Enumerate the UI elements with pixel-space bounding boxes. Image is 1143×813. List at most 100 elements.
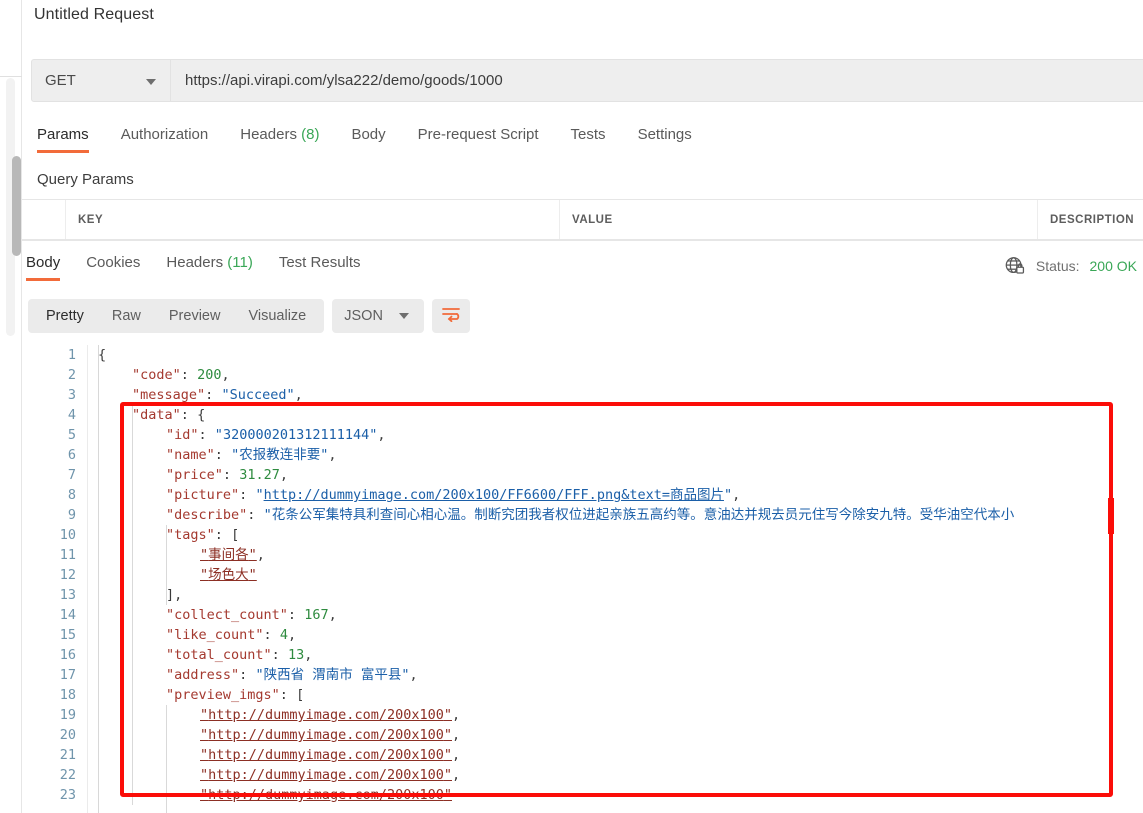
wrap-lines-button[interactable] [432, 299, 471, 333]
token-bracket: [ [231, 527, 240, 543]
code-line: "picture": "http://dummyimage.com/200x10… [98, 485, 1143, 505]
response-tab-headers[interactable]: Headers (11) [166, 250, 252, 281]
json-value-number: 167 [304, 607, 329, 623]
request-tab-headers[interactable]: Headers (8) [240, 122, 319, 153]
json-array-url[interactable]: "http://dummyimage.com/200x100" [200, 747, 452, 763]
line-number: 16 [59, 647, 76, 663]
request-tab-params[interactable]: Params [37, 122, 89, 153]
request-tab-tests[interactable]: Tests [571, 122, 606, 153]
sidebar-scrollbar-track[interactable] [6, 78, 21, 336]
tab-label: Pre-request Script [417, 126, 539, 143]
token-comma: , [294, 387, 303, 403]
response-tab-body[interactable]: Body [26, 250, 61, 281]
red-edge-marker [1108, 498, 1114, 534]
token-comma: , [279, 467, 288, 483]
response-tab-test-results[interactable]: Test Results [279, 250, 361, 281]
format-tab-preview[interactable]: Preview [155, 299, 235, 333]
chevron-down-icon [398, 313, 409, 319]
tab-label: Headers [240, 126, 297, 143]
tab-label: Body [26, 254, 61, 271]
tab-label: Params [37, 126, 89, 143]
line-number: 17 [59, 667, 76, 683]
tab-count-badge: (8) [296, 126, 320, 143]
json-value-url[interactable]: http://dummyimage.com/200x100/FF6600/FFF… [264, 487, 724, 503]
left-rail [0, 0, 22, 813]
json-array-string: "场色大" [200, 567, 257, 583]
request-tab-settings[interactable]: Settings [638, 122, 692, 153]
response-tab-cookies[interactable]: Cookies [86, 250, 140, 281]
request-tab-body[interactable]: Body [351, 122, 385, 153]
token-bracket: [ [296, 687, 305, 703]
json-key: "describe" [166, 507, 248, 523]
json-key: "address" [166, 667, 240, 683]
code-line: "message": "Succeed", [98, 385, 1143, 405]
tab-label: Cookies [86, 254, 141, 271]
token-comma: , [328, 607, 337, 623]
token-comma: , [451, 727, 461, 743]
response-body-viewer[interactable]: 1 2 3 4 5 6 7 8 9 10 11 12 13 14 15 16 17 18 19 20 21 22 23 { … [22, 345, 1143, 813]
code-line: "http://dummyimage.com/200x100", [98, 765, 1143, 785]
token-comma: , [174, 587, 183, 603]
json-key: "picture" [166, 487, 240, 503]
token-colon: : [287, 607, 297, 623]
json-value-string: "农报教连非要" [231, 447, 329, 463]
request-tabs: Params Authorization Headers (8) Body Pre-re… [22, 122, 1143, 158]
content-type-select[interactable]: JSON [332, 299, 425, 333]
token-comma: , [377, 427, 386, 443]
token-colon: : [271, 647, 280, 663]
globe-lock-icon [1004, 255, 1026, 277]
json-array-url[interactable]: "http://dummyimage.com/200x100" [200, 727, 452, 743]
format-tab-visualize[interactable]: Visualize [234, 299, 320, 333]
line-number: 12 [59, 567, 76, 583]
code-line: ], [98, 585, 1143, 605]
line-number: 13 [59, 587, 76, 603]
code-line: "name": "农报教连非要", [98, 445, 1143, 465]
column-header-description: DESCRIPTION [1050, 213, 1135, 226]
chevron-down-icon [146, 78, 156, 85]
line-number: 5 [67, 427, 76, 443]
select-all-column[interactable] [22, 200, 66, 239]
code-line: "collect_count": 167, [98, 605, 1143, 625]
query-params-table-header: KEY VALUE DESCRIPTION [22, 199, 1143, 240]
json-value-string: "320000201312111144" [214, 427, 378, 443]
url-value: https://api.virapi.com/ylsa222/demo/good… [185, 72, 503, 89]
token-colon: : [180, 407, 189, 423]
url-input[interactable]: https://api.virapi.com/ylsa222/demo/good… [171, 59, 1143, 102]
code-line: "price": 31.27, [98, 465, 1143, 485]
fold-guide [166, 705, 167, 813]
http-method-select[interactable]: GET [31, 59, 171, 102]
json-code[interactable]: { "code": 200, "message": "Succeed", "da… [88, 345, 1143, 813]
sidebar-scrollbar-thumb[interactable] [12, 156, 21, 256]
json-array-url[interactable]: "http://dummyimage.com/200x100" [200, 707, 452, 723]
table-divider [22, 240, 1143, 241]
token-comma: , [287, 627, 297, 643]
response-format-toolbar: Pretty Raw Preview Visualize JSON [28, 299, 471, 333]
code-line: "id": "320000201312111144", [98, 425, 1143, 445]
format-tab-pretty[interactable]: Pretty [32, 299, 98, 333]
line-number: 18 [59, 687, 76, 703]
body-format-tabs: Pretty Raw Preview Visualize [28, 299, 325, 333]
request-tab-pre-request-script[interactable]: Pre-request Script [418, 122, 539, 153]
tab-label: Test Results [278, 254, 361, 271]
token-brace: { [197, 407, 206, 423]
format-tab-raw[interactable]: Raw [98, 299, 155, 333]
code-line: "code": 200, [98, 365, 1143, 385]
response-status: Status: 200 OK [1004, 255, 1137, 277]
query-params-label: Query Params [37, 171, 134, 188]
line-number: 14 [59, 607, 76, 623]
line-number: 10 [59, 527, 76, 543]
json-value-number: 200 [197, 367, 222, 383]
code-line: "事间各", [98, 545, 1143, 565]
json-value-string: "Succeed" [221, 387, 295, 403]
json-array-url[interactable]: "http://dummyimage.com/200x100" [200, 767, 452, 783]
column-header-value: VALUE [560, 200, 1038, 239]
json-key: "tags" [166, 527, 215, 543]
fold-guide [98, 345, 99, 813]
line-number: 1 [67, 347, 76, 363]
request-tab-authorization[interactable]: Authorization [121, 122, 209, 153]
json-array-url[interactable]: "http://dummyimage.com/200x100" [200, 787, 452, 803]
json-key: "data" [132, 407, 181, 423]
line-number: 20 [59, 727, 76, 743]
fold-guide [166, 525, 167, 605]
token-colon: : [198, 427, 207, 443]
